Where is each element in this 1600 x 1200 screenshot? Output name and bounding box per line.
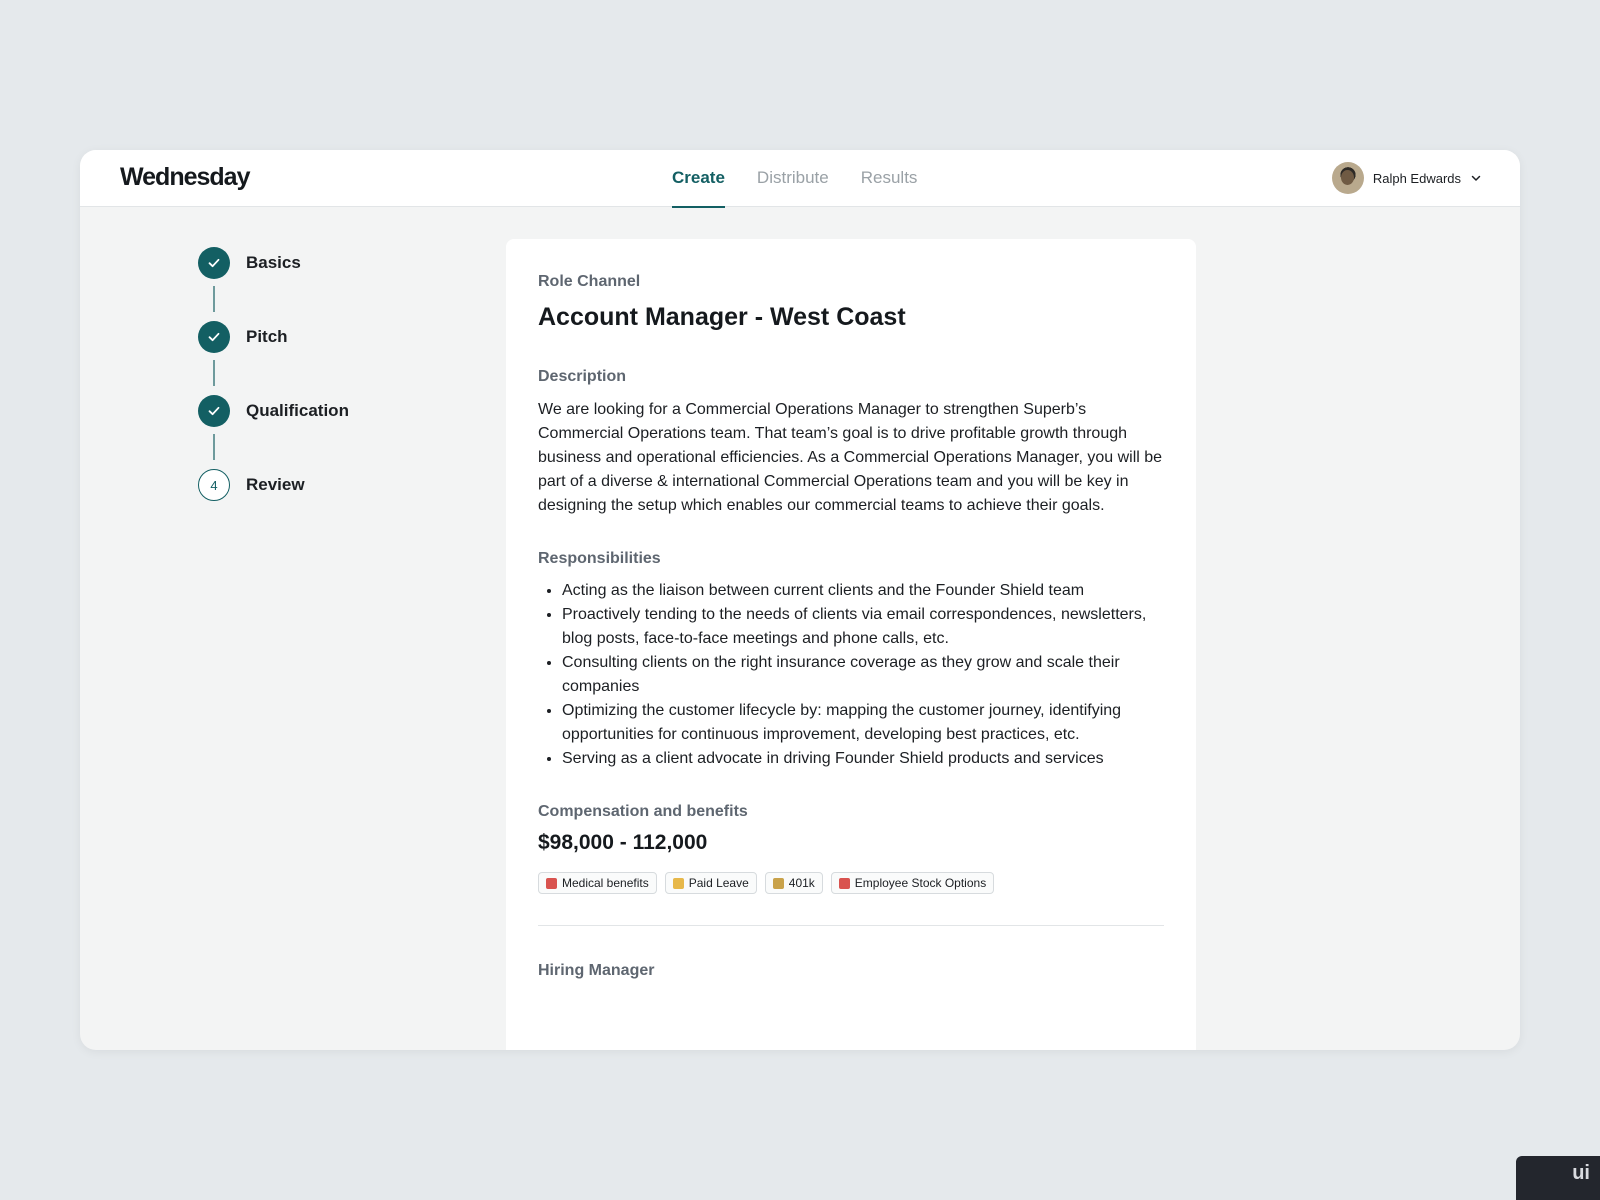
step-qualification[interactable]: Qualification — [198, 395, 349, 427]
step-review[interactable]: 4 Review — [198, 469, 349, 501]
tab-create[interactable]: Create — [672, 150, 725, 208]
responsibilities-label: Responsibilities — [538, 550, 661, 567]
user-menu[interactable]: Ralph Edwards — [1331, 162, 1482, 194]
check-icon — [198, 247, 230, 279]
check-icon — [198, 321, 230, 353]
benefit-tags: Medical benefits Paid Leave 401k Employe… — [538, 872, 1164, 894]
list-item: Optimizing the customer lifecycle by: ma… — [562, 699, 1164, 747]
chevron-down-icon — [1471, 175, 1481, 181]
watermark-logo: ui — [1516, 1156, 1600, 1200]
app-window: Wednesday Create Distribute Results Ralp… — [80, 150, 1520, 1050]
user-name: Ralph Edwards — [1372, 170, 1461, 186]
bank-icon — [772, 877, 784, 889]
hiring-manager-label: Hiring Manager — [538, 962, 655, 979]
benefit-tag-medical: Medical benefits — [538, 872, 657, 894]
step-connector — [213, 360, 215, 386]
step-connector — [213, 434, 215, 460]
top-bar: Wednesday Create Distribute Results Ralp… — [80, 150, 1520, 208]
benefit-label: 401k — [788, 876, 815, 890]
step-label: Pitch — [246, 327, 288, 346]
role-title: Account Manager - West Coast — [538, 303, 906, 331]
salary-range: $98,000 - 112,000 — [538, 831, 708, 854]
divider — [538, 925, 1164, 926]
review-card: Role Channel Account Manager - West Coas… — [506, 239, 1196, 1050]
compensation-label: Compensation and benefits — [538, 803, 748, 820]
benefit-label: Medical benefits — [562, 876, 649, 890]
tab-distribute[interactable]: Distribute — [757, 150, 829, 207]
role-channel-label: Role Channel — [538, 273, 641, 290]
benefit-tag-paid-leave: Paid Leave — [664, 872, 757, 894]
description-label: Description — [538, 368, 627, 385]
chart-icon — [838, 877, 850, 889]
tab-results[interactable]: Results — [861, 150, 918, 207]
progress-steps: Basics Pitch Qualification 4 Review — [198, 247, 349, 501]
step-label: Qualification — [246, 401, 349, 420]
step-label: Review — [246, 475, 305, 494]
wednesday-logo[interactable]: Wednesday — [120, 163, 250, 192]
step-pitch[interactable]: Pitch — [198, 321, 349, 353]
list-item: Serving as a client advocate in driving … — [562, 747, 1164, 771]
hospital-icon — [546, 877, 557, 889]
step-number: 4 — [198, 469, 230, 501]
step-connector — [213, 286, 215, 312]
check-icon — [198, 395, 230, 427]
benefit-tag-stock-options: Employee Stock Options — [830, 872, 995, 894]
list-item: Consulting clients on the right insuranc… — [562, 651, 1164, 699]
responsibilities-list: Acting as the liaison between current cl… — [538, 579, 1164, 771]
benefit-label: Paid Leave — [688, 876, 749, 890]
list-item: Proactively tending to the needs of clie… — [562, 603, 1164, 651]
benefit-tag-401k: 401k — [764, 872, 823, 894]
step-basics[interactable]: Basics — [198, 247, 349, 279]
main-nav: Create Distribute Results — [672, 150, 918, 208]
avatar — [1331, 162, 1364, 194]
beach-icon — [672, 877, 684, 889]
description-text: We are looking for a Commercial Operatio… — [538, 401, 1163, 514]
benefit-label: Employee Stock Options — [854, 876, 987, 890]
list-item: Acting as the liaison between current cl… — [562, 579, 1164, 603]
step-label: Basics — [246, 253, 301, 272]
